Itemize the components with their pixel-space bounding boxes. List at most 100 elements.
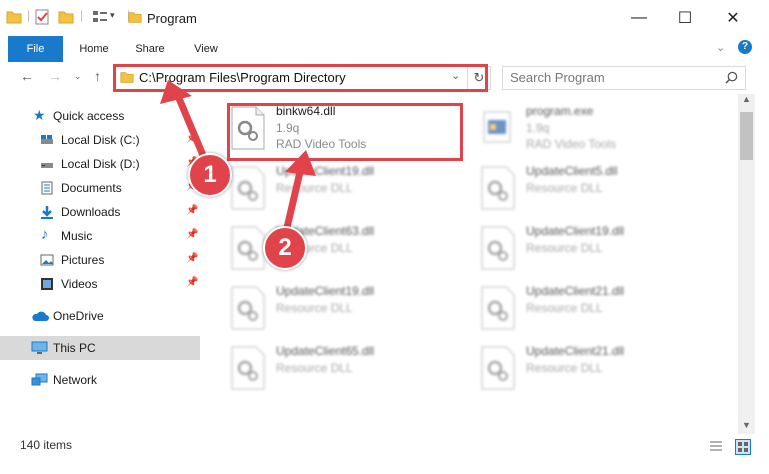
title-bar: | | ▾ | Program — ☐ ✕ bbox=[0, 0, 769, 36]
sidebar-item-quick-access[interactable]: ★ Quick access bbox=[0, 104, 200, 128]
sidebar-item-network[interactable]: Network bbox=[0, 368, 200, 392]
scroll-down-icon[interactable]: ▼ bbox=[742, 420, 751, 430]
tab-view[interactable]: View bbox=[182, 36, 230, 62]
videos-icon bbox=[41, 278, 53, 290]
file-name: program.exe bbox=[526, 104, 594, 118]
drive-icon bbox=[41, 163, 53, 168]
file-item[interactable]: UpdateClient19.dll Resource DLL bbox=[230, 164, 460, 220]
dll-file-icon bbox=[231, 346, 265, 390]
sidebar-item-downloads[interactable]: Downloads 📌 bbox=[0, 200, 200, 224]
file-item[interactable]: UpdateClient21.dll Resource DLL bbox=[480, 344, 710, 400]
help-icon[interactable]: ? bbox=[738, 40, 752, 54]
pin-icon[interactable]: 📌 bbox=[186, 229, 198, 240]
file-description: Resource DLL bbox=[526, 241, 603, 255]
file-description: Resource DLL bbox=[276, 361, 353, 375]
view-options-icon[interactable] bbox=[92, 9, 108, 25]
navigation-pane: ★ Quick access Local Disk (C:) 📌 Local D… bbox=[0, 94, 205, 434]
file-name: UpdateClient19.dll bbox=[526, 224, 625, 238]
file-name: UpdateClient5.dll bbox=[526, 164, 618, 178]
sidebar-item-videos[interactable]: Videos 📌 bbox=[0, 272, 200, 296]
pictures-icon bbox=[40, 254, 54, 266]
details-view-icon[interactable] bbox=[709, 440, 723, 452]
expand-ribbon-icon[interactable]: ⌄ bbox=[716, 41, 725, 54]
address-highlight-box bbox=[113, 64, 488, 92]
tab-file[interactable]: File bbox=[8, 36, 63, 62]
chevron-down-icon[interactable]: ▾ bbox=[110, 10, 115, 21]
large-icons-view-icon[interactable] bbox=[735, 439, 751, 455]
exe-file-icon bbox=[483, 111, 511, 143]
dll-file-icon bbox=[231, 286, 265, 330]
file-name: UpdateClient19.dll bbox=[276, 284, 375, 298]
dll-file-icon bbox=[231, 226, 265, 270]
dll-file-icon bbox=[481, 166, 515, 210]
vertical-scrollbar[interactable]: ▲ ▼ bbox=[738, 94, 755, 434]
folder-icon bbox=[6, 11, 22, 24]
recent-locations-icon[interactable]: ⌄ bbox=[74, 71, 82, 82]
step-2-badge: 2 bbox=[263, 226, 307, 270]
maximize-button[interactable]: ☐ bbox=[662, 0, 708, 36]
separator: | bbox=[27, 8, 31, 22]
dll-file-icon bbox=[481, 346, 515, 390]
pin-icon[interactable]: 📌 bbox=[186, 133, 198, 144]
file-item[interactable]: UpdateClient19.dll Resource DLL bbox=[230, 284, 460, 340]
sidebar-item-local-disk-c[interactable]: Local Disk (C:) 📌 bbox=[0, 128, 200, 152]
file-name: UpdateClient65.dll bbox=[276, 344, 375, 358]
file-name: UpdateClient21.dll bbox=[526, 344, 625, 358]
dll-file-icon bbox=[231, 166, 265, 210]
tab-share[interactable]: Share bbox=[126, 36, 174, 62]
pin-icon[interactable]: 📌 bbox=[186, 253, 198, 264]
drive-icon bbox=[41, 135, 53, 144]
minimize-button[interactable]: — bbox=[616, 0, 662, 36]
pin-icon[interactable]: 📌 bbox=[186, 205, 198, 216]
ribbon: File Home Share View ⌄ ? bbox=[0, 36, 769, 62]
search-input[interactable]: Search Program bbox=[502, 66, 746, 90]
sidebar-item-local-disk-d[interactable]: Local Disk (D:) 📌 bbox=[0, 152, 200, 176]
file-description: Resource DLL bbox=[276, 181, 353, 195]
sidebar-item-onedrive[interactable]: OneDrive bbox=[0, 304, 200, 328]
scroll-up-icon[interactable]: ▲ bbox=[742, 94, 751, 104]
file-description: Resource DLL bbox=[526, 301, 603, 315]
sidebar-item-pictures[interactable]: Pictures 📌 bbox=[0, 248, 200, 272]
scrollbar-thumb[interactable] bbox=[740, 112, 753, 160]
back-arrow-icon[interactable]: ← bbox=[20, 68, 34, 84]
properties-icon[interactable] bbox=[34, 9, 50, 25]
sidebar-item-documents[interactable]: Documents 📌 bbox=[0, 176, 200, 200]
forward-arrow-icon[interactable]: → bbox=[48, 68, 62, 84]
pin-icon[interactable]: 📌 bbox=[186, 277, 198, 288]
file-item[interactable]: UpdateClient5.dll Resource DLL bbox=[480, 164, 710, 220]
file-name: UpdateClient19.dll bbox=[276, 164, 375, 178]
download-icon bbox=[41, 206, 53, 219]
file-description: Resource DLL bbox=[526, 361, 603, 375]
file-name: UpdateClient21.dll bbox=[526, 284, 625, 298]
documents-icon bbox=[41, 181, 53, 195]
step-1-badge: 1 bbox=[188, 153, 232, 197]
file-version: 1.9q bbox=[526, 121, 550, 135]
sidebar-item-music[interactable]: ♪ Music 📌 bbox=[0, 224, 200, 248]
network-icon bbox=[31, 373, 48, 386]
item-count: 140 items bbox=[20, 438, 73, 452]
up-arrow-icon[interactable]: ↑ bbox=[94, 68, 101, 84]
dll-file-icon bbox=[481, 286, 515, 330]
file-item[interactable]: UpdateClient19.dll Resource DLL bbox=[480, 224, 710, 280]
file-description: Resource DLL bbox=[526, 181, 603, 195]
music-icon: ♪ bbox=[41, 226, 49, 243]
computer-icon bbox=[31, 341, 48, 354]
file-description: RAD Video Tools bbox=[526, 137, 617, 151]
sidebar-item-this-pc[interactable]: This PC bbox=[0, 336, 200, 360]
star-icon: ★ bbox=[33, 107, 46, 123]
file-item-program-exe[interactable]: program.exe 1.9q RAD Video Tools bbox=[480, 104, 710, 160]
separator: | bbox=[80, 8, 84, 22]
file-description: Resource DLL bbox=[276, 301, 353, 315]
file-item[interactable]: UpdateClient21.dll Resource DLL bbox=[480, 284, 710, 340]
window-title: Program bbox=[147, 11, 197, 26]
status-bar: 140 items bbox=[0, 434, 769, 474]
close-button[interactable]: ✕ bbox=[710, 0, 756, 36]
search-icon[interactable] bbox=[725, 71, 738, 84]
file-item[interactable]: UpdateClient65.dll Resource DLL bbox=[230, 344, 460, 400]
new-folder-icon[interactable] bbox=[58, 9, 74, 25]
file-highlight-box bbox=[227, 103, 463, 161]
cloud-icon bbox=[32, 311, 49, 321]
folder-icon bbox=[128, 12, 142, 23]
search-placeholder: Search Program bbox=[510, 70, 605, 85]
tab-home[interactable]: Home bbox=[70, 36, 118, 62]
